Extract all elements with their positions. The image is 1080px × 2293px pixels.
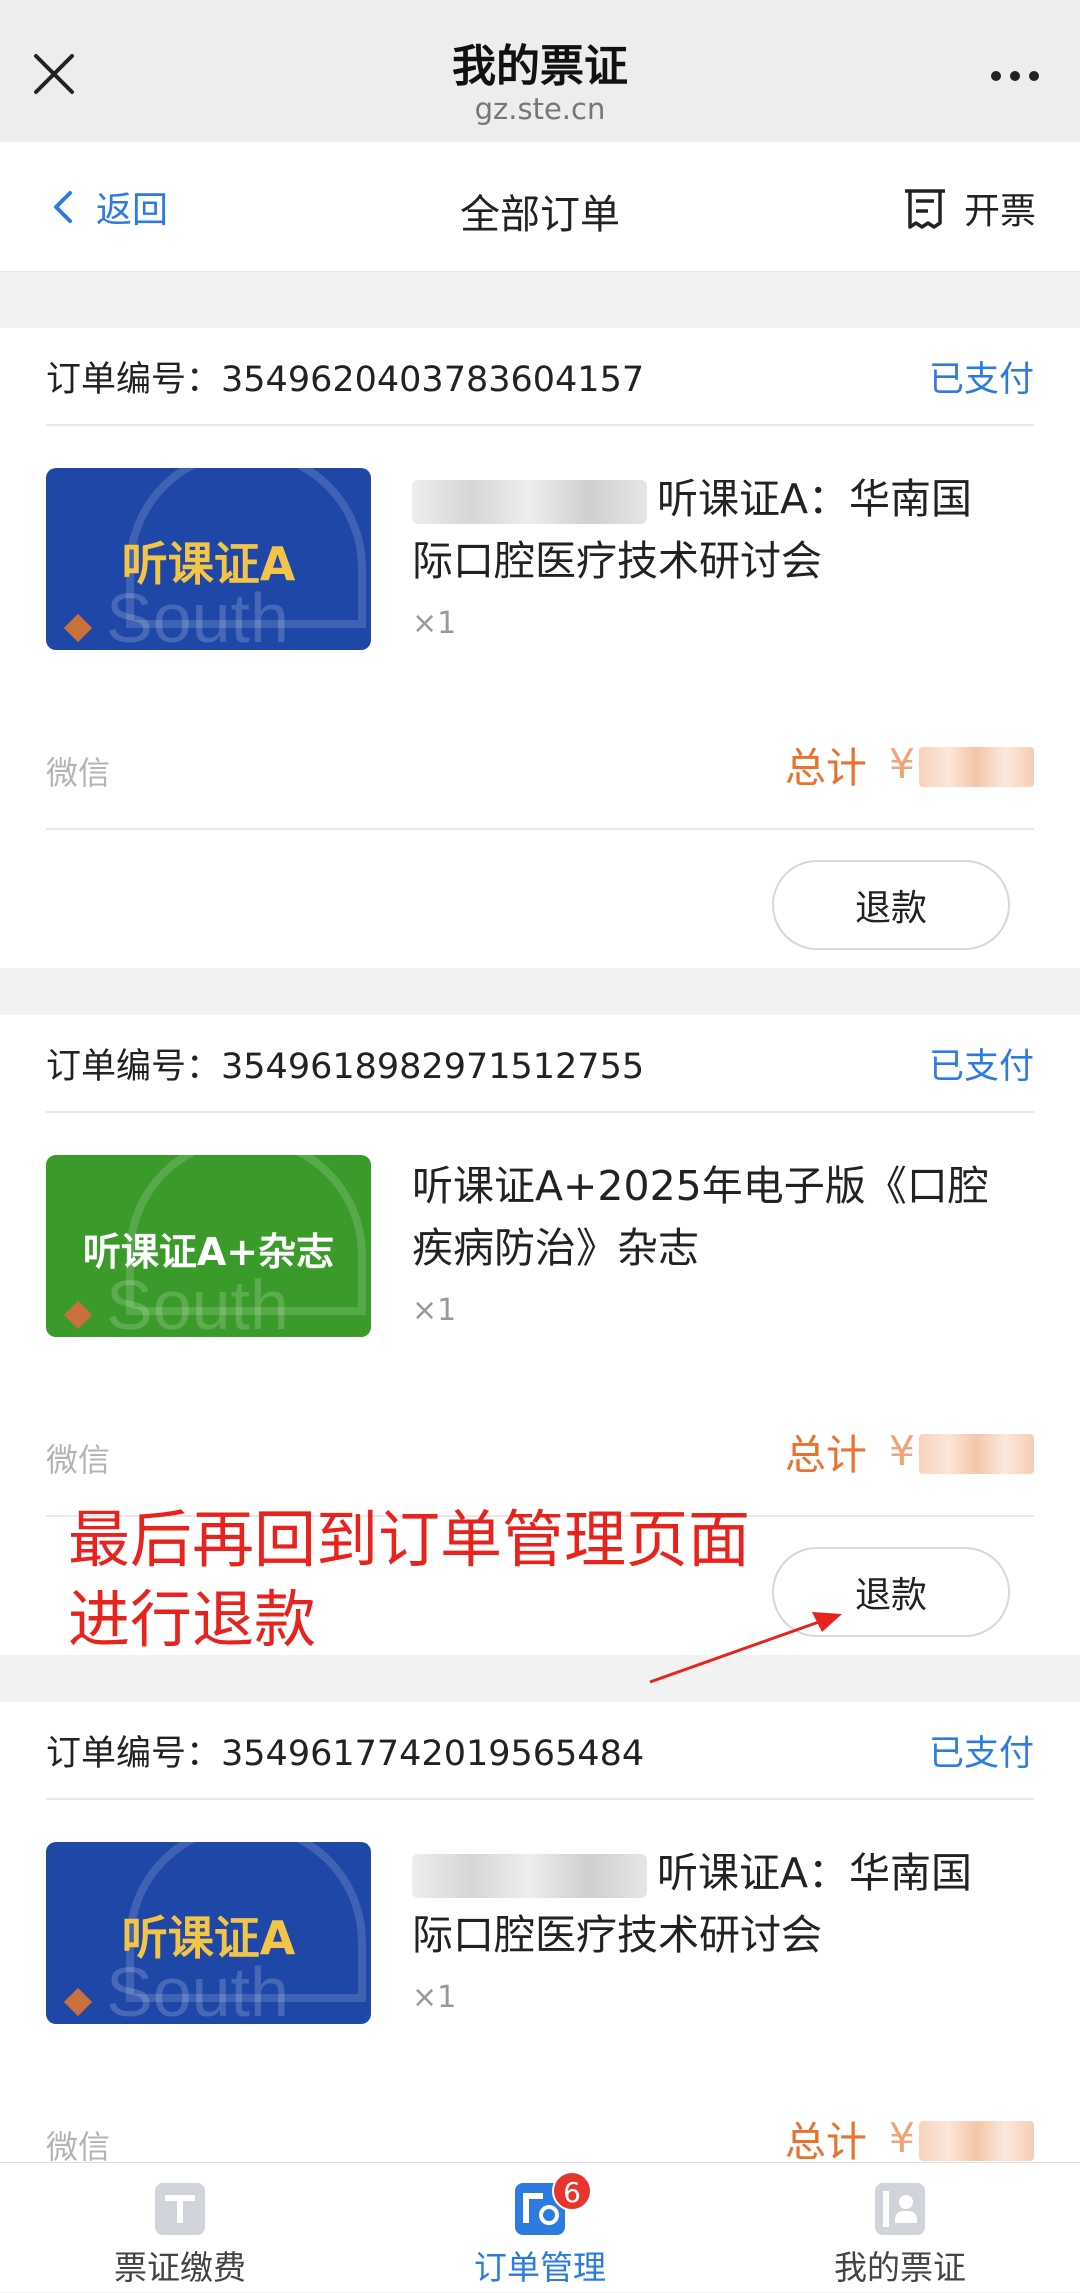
- tab-label: 票证缴费: [114, 2248, 246, 2287]
- total-amount: ¥: [889, 740, 1034, 788]
- order-header: 订单编号：3549620403783604157 已支付: [46, 328, 1034, 426]
- total-label: 总计: [784, 744, 867, 792]
- blurred-amount: [919, 2121, 1034, 2161]
- refund-button[interactable]: 退款: [772, 1547, 1010, 1637]
- more-icon[interactable]: [990, 70, 1040, 82]
- refund-button[interactable]: 退款: [772, 860, 1010, 950]
- page-header: 返回 全部订单 开票: [0, 142, 1080, 272]
- invoice-button[interactable]: 开票: [902, 182, 1036, 234]
- product-thumbnail[interactable]: South 听课证A: [46, 468, 371, 650]
- status-badge: 已支付: [928, 1046, 1034, 1087]
- invoice-label: 开票: [963, 191, 1036, 232]
- order-card: 订单编号：3549620403783604157 已支付 South 听课证A …: [0, 328, 1080, 968]
- bottom-tab-bar: 票证缴费 6 订单管理 我的票证: [0, 2162, 1080, 2292]
- status-badge: 已支付: [928, 1733, 1034, 1774]
- product-thumbnail[interactable]: South 听课证A+杂志: [46, 1155, 371, 1337]
- my-tickets-icon: [875, 2183, 925, 2235]
- total-amount: ¥: [889, 2114, 1034, 2162]
- window-url: gz.ste.cn: [474, 92, 606, 126]
- product-name[interactable]: 听课证A+2025年电子版《口腔疾病防治》杂志: [412, 1155, 1012, 1279]
- order-total: 总计 ¥: [785, 734, 1034, 794]
- total-amount: ¥: [889, 1427, 1034, 1475]
- order-number: 订单编号：3549617742019565484: [46, 1733, 645, 1774]
- order-number: 订单编号：3549618982971512755: [46, 1046, 645, 1087]
- thumbnail-label: 听课证A+杂志: [82, 1230, 335, 1274]
- divider: [46, 828, 1034, 830]
- logo-mark-icon: [63, 1300, 93, 1330]
- order-header: 订单编号：3549617742019565484 已支付: [46, 1702, 1034, 1800]
- product-name[interactable]: 听课证A：华南国际口腔医疗技术研讨会: [412, 1842, 1012, 1966]
- total-label: 总计: [784, 1431, 867, 1479]
- logo-mark-icon: [63, 1987, 93, 2017]
- total-label: 总计: [784, 2118, 867, 2166]
- ticket-payment-icon: [155, 2183, 205, 2235]
- tab-label: 订单管理: [474, 2248, 606, 2287]
- quantity: ×1: [412, 1980, 457, 2015]
- order-number: 订单编号：3549620403783604157: [46, 359, 645, 400]
- instruction-annotation: 最后再回到订单管理页面 进行退款: [68, 1500, 750, 1660]
- window-title: 我的票证: [452, 41, 628, 92]
- annotation-line: 最后再回到订单管理页面: [68, 1503, 751, 1576]
- blurred-text: [412, 480, 647, 524]
- browser-title-bar: 我的票证 gz.ste.cn: [0, 0, 1080, 142]
- order-header: 订单编号：3549618982971512755 已支付: [46, 1015, 1034, 1113]
- tab-label: 我的票证: [834, 2248, 966, 2287]
- tab-ticket-payment[interactable]: 票证缴费: [0, 2163, 360, 2293]
- annotation-line: 进行退款: [68, 1583, 317, 1656]
- tab-my-tickets[interactable]: 我的票证: [720, 2163, 1080, 2293]
- thumbnail-label: 听课证A: [121, 537, 296, 591]
- quantity: ×1: [412, 606, 457, 641]
- blurred-amount: [919, 1434, 1034, 1474]
- logo-mark-icon: [63, 613, 93, 643]
- status-badge: 已支付: [928, 359, 1034, 400]
- product-thumbnail[interactable]: South 听课证A: [46, 1842, 371, 2024]
- payment-method: 微信: [46, 1441, 111, 1479]
- order-total: 总计 ¥: [785, 2108, 1034, 2168]
- thumbnail-label: 听课证A: [121, 1911, 296, 1965]
- blurred-text: [412, 1854, 647, 1898]
- product-name[interactable]: 听课证A：华南国际口腔医疗技术研讨会: [412, 468, 1012, 592]
- payment-method: 微信: [46, 754, 111, 792]
- invoice-icon: [904, 189, 945, 229]
- tab-order-management[interactable]: 6 订单管理: [360, 2163, 720, 2293]
- order-total: 总计 ¥: [785, 1421, 1034, 1481]
- quantity: ×1: [412, 1293, 457, 1328]
- notification-badge: 6: [552, 2171, 592, 2211]
- order-card: 订单编号：3549617742019565484 已支付 South 听课证A …: [0, 1702, 1080, 2166]
- blurred-amount: [919, 747, 1034, 787]
